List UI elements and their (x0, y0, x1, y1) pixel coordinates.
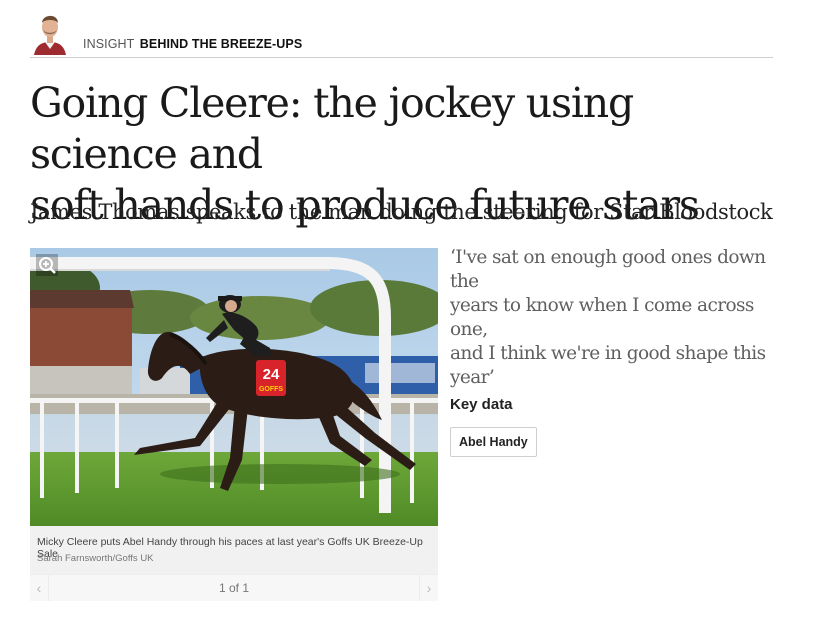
key-data-tag[interactable]: Abel Handy (450, 427, 537, 457)
chevron-right-icon[interactable]: › (419, 575, 438, 601)
pull-quote-line-3: and I think we're in good shape this (450, 343, 766, 364)
saddlecloth-number: 24 (263, 366, 280, 383)
photo-caption-box: Micky Cleere puts Abel Handy through his… (30, 526, 438, 574)
headline-line-1: Going Cleere: the jockey using science a… (30, 79, 634, 178)
kicker-series[interactable]: BEHIND THE BREEZE-UPS (140, 37, 303, 51)
gallery-pager: ‹ 1 of 1 › (30, 574, 438, 601)
article-photo[interactable]: 24 GOFFS (30, 248, 438, 526)
key-data-title: Key data (450, 396, 513, 413)
gallery-count: 1 of 1 (218, 581, 250, 595)
pull-quote-line-2: years to know when I come across one, (450, 295, 754, 340)
pull-quote: ‘I've sat on enough good ones down the y… (450, 246, 780, 390)
kicker-section[interactable]: INSIGHT (83, 37, 134, 51)
racehorse-photo: 24 GOFFS (30, 248, 438, 526)
image-gallery: 24 GOFFS Micky Cleere puts Abel Handy th… (30, 248, 438, 601)
photo-credit: Sarah Farnsworth/Goffs UK (37, 553, 154, 564)
article-header: INSIGHT BEHIND THE BREEZE-UPS (30, 5, 773, 58)
zoom-in-icon[interactable] (36, 254, 58, 276)
pull-quote-line-1: ‘I've sat on enough good ones down the (450, 247, 766, 292)
author-avatar[interactable] (32, 5, 68, 55)
pull-quote-line-4: year’ (450, 367, 495, 388)
saddlecloth-text: GOFFS (259, 386, 283, 393)
article-standfirst: James Thomas speaks to the man doing the… (30, 200, 773, 224)
article-kicker: INSIGHT BEHIND THE BREEZE-UPS (83, 37, 302, 51)
